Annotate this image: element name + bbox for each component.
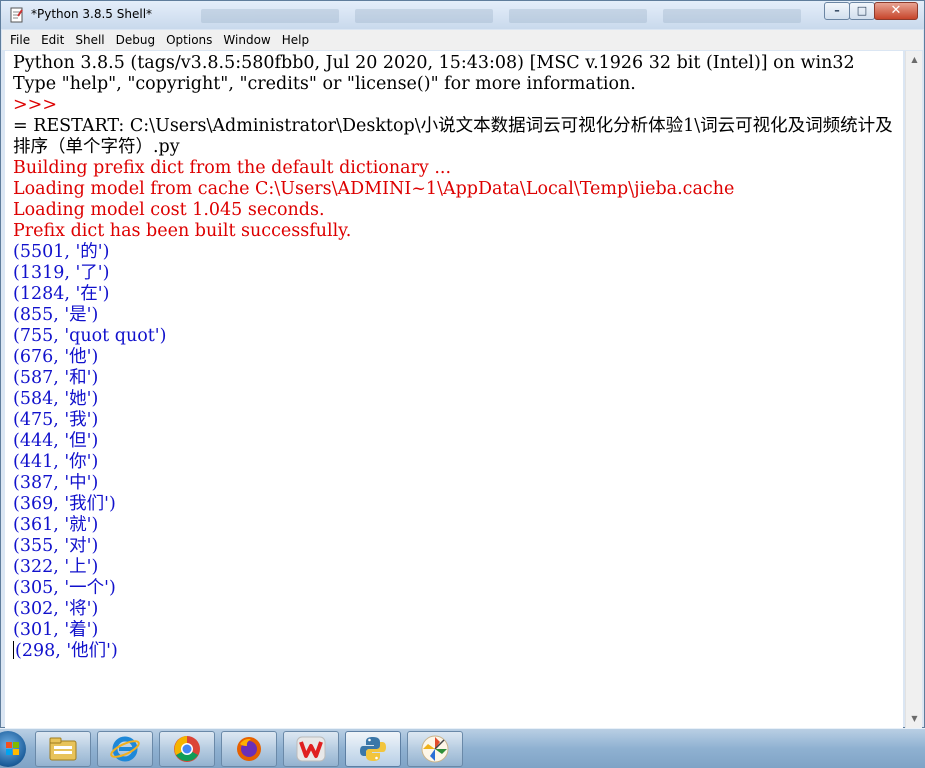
result-line: (444, '但') xyxy=(13,431,99,451)
restart-line: = RESTART: C:\Users\Administrator\Deskto… xyxy=(13,116,893,157)
taskbar-file-explorer[interactable] xyxy=(35,731,91,767)
taskbar-chrome[interactable] xyxy=(159,731,215,767)
taskbar-wps-office[interactable] xyxy=(283,731,339,767)
menu-window[interactable]: Window xyxy=(223,33,270,47)
stderr-line: Prefix dict has been built successfully. xyxy=(13,221,352,241)
firefox-icon xyxy=(237,737,261,761)
scroll-up-icon[interactable]: ▲ xyxy=(908,53,921,67)
stderr-line: Building prefix dict from the default di… xyxy=(13,158,452,178)
menu-help[interactable]: Help xyxy=(282,33,309,47)
stderr-line: Loading model from cache C:\Users\ADMINI… xyxy=(13,179,735,199)
menu-file[interactable]: File xyxy=(10,33,30,47)
internet-explorer-icon xyxy=(110,736,140,762)
stderr-line: Loading model cost 1.045 seconds. xyxy=(13,200,325,220)
result-line: (355, '对') xyxy=(13,536,99,556)
result-line: (305, '一个') xyxy=(13,578,116,598)
vertical-scrollbar[interactable]: ▲ ▼ xyxy=(905,51,922,728)
wps-office-icon xyxy=(296,736,326,762)
shell-text-area[interactable]: Python 3.8.5 (tags/v3.8.5:580fbb0, Jul 2… xyxy=(5,51,903,728)
result-line-last: (298, '他们') xyxy=(13,641,903,662)
result-line: (302, '将') xyxy=(13,599,99,619)
result-line: (587, '和') xyxy=(13,368,99,388)
result-line: (387, '中') xyxy=(13,473,99,493)
result-line: (322, '上') xyxy=(13,557,99,577)
taskbar-pinwheel-app[interactable] xyxy=(407,731,463,767)
result-line: (676, '他') xyxy=(13,347,99,367)
result-line: (1319, '了') xyxy=(13,263,110,283)
taskbar xyxy=(0,728,925,768)
close-icon: ✕ xyxy=(890,3,902,18)
blurred-background-titles xyxy=(201,9,801,23)
text-cursor xyxy=(13,641,14,659)
window-title: *Python 3.8.5 Shell* xyxy=(31,7,153,21)
taskbar-internet-explorer[interactable] xyxy=(97,731,153,767)
minimize-button[interactable]: – xyxy=(824,2,850,20)
idle-app-icon xyxy=(10,7,23,23)
result-line: (755, 'quot quot') xyxy=(13,326,167,346)
result-text: (298, '他们') xyxy=(15,641,118,661)
help-info-line: Type "help", "copyright", "credits" or "… xyxy=(13,74,636,94)
result-line: (441, '你') xyxy=(13,452,99,472)
result-line: (361, '就') xyxy=(13,515,99,535)
scroll-down-icon[interactable]: ▼ xyxy=(908,712,921,726)
idle-shell-window: *Python 3.8.5 Shell* – □ ✕ File Edit She… xyxy=(0,0,925,728)
menu-options[interactable]: Options xyxy=(166,33,212,47)
result-line: (475, '我') xyxy=(13,410,99,430)
maximize-button[interactable]: □ xyxy=(849,2,875,20)
menu-shell[interactable]: Shell xyxy=(75,33,104,47)
result-line: (369, '我们') xyxy=(13,494,116,514)
taskbar-firefox[interactable] xyxy=(221,731,277,767)
menu-bar: File Edit Shell Debug Options Window Hel… xyxy=(2,30,923,50)
minimize-icon: – xyxy=(834,4,840,17)
maximize-icon: □ xyxy=(856,4,868,17)
result-line: (1284, '在') xyxy=(13,284,110,304)
python-idle-icon xyxy=(360,737,386,761)
close-button[interactable]: ✕ xyxy=(874,2,918,20)
shell-prompt: >>> xyxy=(13,95,57,115)
start-button[interactable] xyxy=(0,731,26,767)
result-line: (5501, '的') xyxy=(13,242,110,262)
windows-logo-icon xyxy=(6,742,19,755)
result-line: (301, '着') xyxy=(13,620,99,640)
menu-debug[interactable]: Debug xyxy=(116,33,155,47)
menu-edit[interactable]: Edit xyxy=(41,33,64,47)
pinwheel-app-icon xyxy=(421,735,449,763)
taskbar-python-idle[interactable] xyxy=(345,731,401,767)
title-bar[interactable]: *Python 3.8.5 Shell* – □ ✕ xyxy=(1,1,924,29)
result-line: (584, '她') xyxy=(13,389,99,409)
python-version-banner: Python 3.8.5 (tags/v3.8.5:580fbb0, Jul 2… xyxy=(13,53,855,73)
file-explorer-icon xyxy=(49,737,77,761)
result-line: (855, '是') xyxy=(13,305,99,325)
chrome-icon xyxy=(174,736,200,762)
